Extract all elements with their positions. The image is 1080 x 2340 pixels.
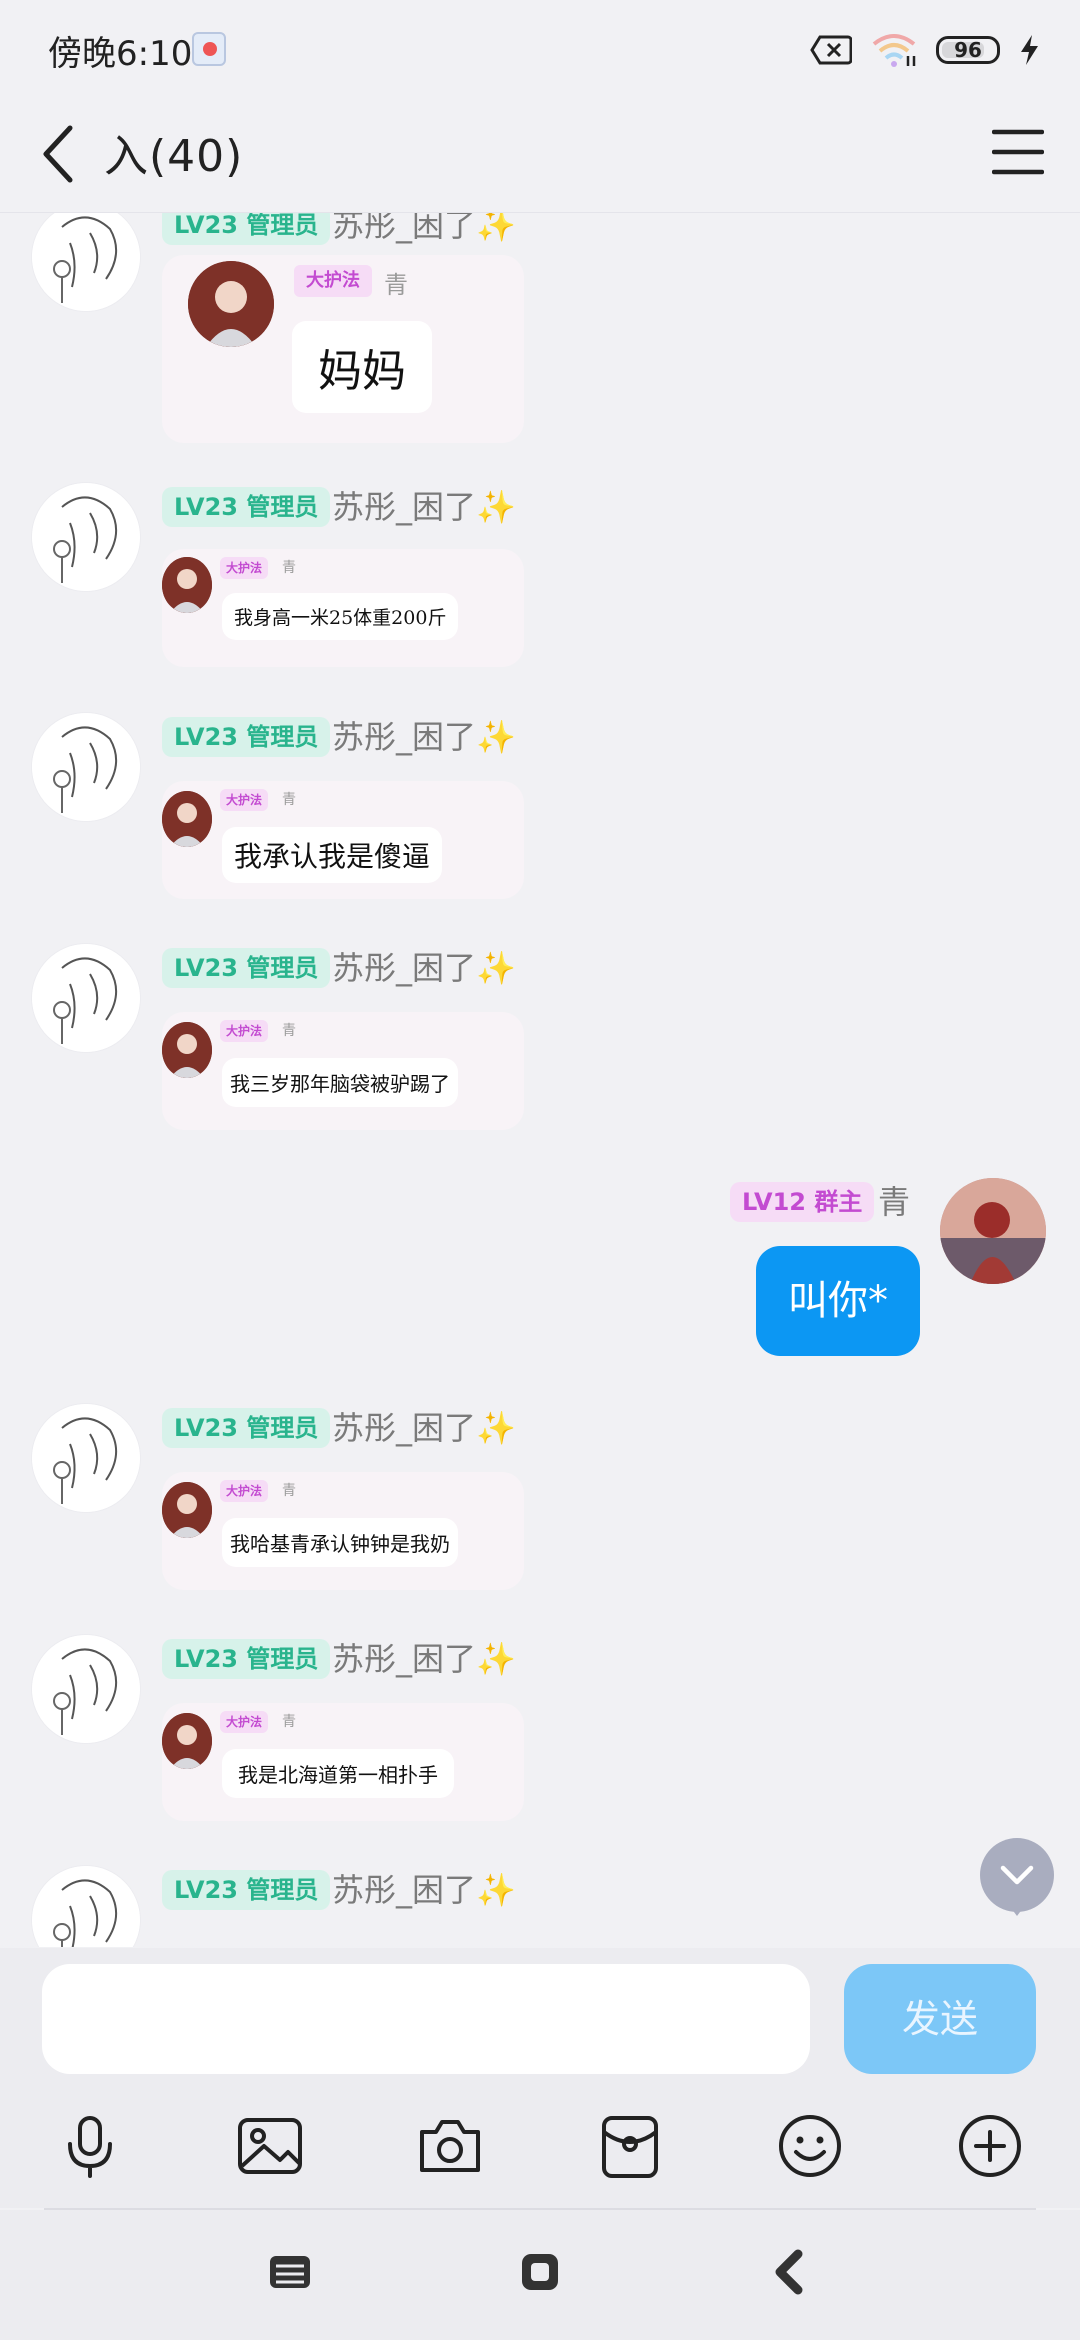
admin-level-badge: LV23 管理员	[162, 1408, 331, 1448]
menu-icon[interactable]	[992, 124, 1044, 180]
sender-name[interactable]: 苏彤_困了✨	[332, 1408, 516, 1448]
sender-name[interactable]: 苏彤_困了✨	[332, 948, 516, 988]
quoted-nickname: 青	[282, 1023, 296, 1039]
sender-avatar[interactable]	[32, 1635, 140, 1743]
quoted-avatar	[162, 1482, 212, 1538]
sender-avatar[interactable]	[32, 713, 140, 821]
forwarded-screenshot-card[interactable]: 大护法 青 我哈基青承认钟钟是我奶	[162, 1472, 524, 1590]
sparkles-icon: ✨	[476, 1871, 516, 1909]
sender-name[interactable]: 苏彤_困了✨	[332, 1639, 516, 1679]
quoted-message-text: 我是北海道第一相扑手	[222, 1749, 454, 1798]
admin-level-badge: LV23 管理员	[162, 213, 331, 245]
quoted-message-text: 我身高一米25体重200斤	[222, 593, 459, 640]
back-nav-icon[interactable]	[764, 2246, 816, 2298]
quoted-role-tag: 大护法	[220, 1711, 269, 1733]
admin-level-badge: LV23 管理员	[162, 1639, 331, 1679]
sparkles-icon: ✨	[476, 488, 516, 526]
composer-toolbar	[0, 2080, 1080, 2208]
message-input[interactable]	[42, 1964, 810, 2074]
quoted-avatar	[188, 261, 274, 347]
quoted-role-tag: 大护法	[220, 1480, 269, 1502]
send-button[interactable]: 发送	[844, 1964, 1036, 2074]
status-icons: 96	[810, 30, 1040, 70]
chat-message-list[interactable]: LV23 管理员 苏彤_困了✨ 大护法 青 妈妈 LV23 管理员 苏彤_困了✨…	[0, 213, 1080, 1947]
no-sim-icon	[810, 35, 852, 65]
forwarded-screenshot-card[interactable]: 大护法 青 我身高一米25体重200斤	[162, 549, 524, 667]
sender-name[interactable]: 苏彤_困了✨	[332, 213, 516, 245]
sparkles-icon: ✨	[476, 949, 516, 987]
forwarded-screenshot-card[interactable]: 大护法 青 我三岁那年脑袋被驴踢了	[162, 1012, 524, 1130]
owner-level-badge: LV12 群主	[730, 1182, 875, 1222]
sender-name[interactable]: 苏彤_困了✨	[332, 487, 516, 527]
plus-icon[interactable]	[954, 2110, 1026, 2182]
battery-level: 96	[954, 38, 982, 62]
message-composer: 发送	[0, 1948, 1080, 2080]
battery-indicator: 96	[936, 36, 1000, 64]
camera-icon[interactable]	[414, 2110, 486, 2182]
group-title: 入(40)	[104, 131, 244, 182]
image-icon[interactable]	[234, 2110, 306, 2182]
sparkles-icon: ✨	[476, 718, 516, 756]
admin-level-badge: LV23 管理员	[162, 717, 331, 757]
sparkles-icon: ✨	[476, 1409, 516, 1447]
notification-app-icon	[192, 32, 226, 66]
wifi-icon	[872, 34, 916, 67]
quoted-role-tag: 大护法	[220, 789, 269, 811]
sender-name[interactable]: 苏彤_困了✨	[332, 717, 516, 757]
quoted-nickname: 青	[282, 1714, 296, 1730]
quoted-avatar	[162, 1713, 212, 1769]
chevron-down-icon	[1000, 1865, 1034, 1885]
system-navigation-bar	[0, 2210, 1080, 2340]
forwarded-screenshot-card[interactable]: 大护法 青 我承认我是傻逼	[162, 781, 524, 899]
sender-avatar[interactable]	[32, 213, 140, 311]
recent-apps-icon[interactable]	[264, 2246, 316, 2298]
sender-avatar[interactable]	[32, 483, 140, 591]
emoji-icon[interactable]	[774, 2110, 846, 2182]
admin-level-badge: LV23 管理员	[162, 1870, 331, 1910]
quoted-message-text: 妈妈	[292, 321, 432, 413]
sender-name[interactable]: 苏彤_困了✨	[332, 1870, 516, 1910]
status-time: 傍晚6:10	[48, 34, 193, 74]
forwarded-screenshot-card[interactable]: 大护法 青 我是北海道第一相扑手	[162, 1703, 524, 1821]
quoted-avatar	[162, 557, 212, 613]
quoted-message-text: 我哈基青承认钟钟是我奶	[222, 1518, 458, 1567]
admin-level-badge: LV23 管理员	[162, 948, 331, 988]
sender-avatar[interactable]	[32, 1404, 140, 1512]
status-bar: 傍晚6:10 96	[0, 0, 1080, 100]
admin-level-badge: LV23 管理员	[162, 487, 331, 527]
my-message-bubble[interactable]: 叫你*	[756, 1246, 920, 1356]
sparkles-icon: ✨	[476, 213, 516, 244]
charging-bolt-icon	[1021, 35, 1038, 65]
red-packet-icon[interactable]	[594, 2110, 666, 2182]
quoted-nickname: 青	[282, 1483, 296, 1499]
quoted-message-text: 我三岁那年脑袋被驴踢了	[222, 1058, 458, 1107]
sender-avatar[interactable]	[32, 1866, 140, 1947]
forwarded-screenshot-card[interactable]: 大护法 青 妈妈	[162, 255, 524, 443]
sparkles-icon: ✨	[476, 1640, 516, 1678]
quoted-nickname: 青	[384, 271, 408, 299]
sender-avatar[interactable]	[32, 944, 140, 1052]
my-message-text: 叫你*	[788, 1278, 888, 1324]
quoted-nickname: 青	[282, 560, 296, 576]
home-icon[interactable]	[514, 2246, 566, 2298]
quoted-role-tag: 大护法	[220, 1020, 269, 1042]
scroll-to-bottom-button[interactable]	[980, 1838, 1054, 1916]
my-avatar[interactable]	[940, 1178, 1046, 1284]
quoted-avatar	[162, 791, 212, 847]
quoted-avatar	[162, 1022, 212, 1078]
chat-header: 入(40)	[0, 100, 1080, 213]
back-arrow-icon[interactable]	[36, 118, 80, 190]
my-nickname: 青	[878, 1183, 911, 1221]
quoted-role-tag: 大护法	[294, 265, 372, 297]
quoted-nickname: 青	[282, 792, 296, 808]
quoted-role-tag: 大护法	[220, 557, 269, 579]
microphone-icon[interactable]	[54, 2110, 126, 2182]
quoted-message-text: 我承认我是傻逼	[222, 827, 443, 883]
